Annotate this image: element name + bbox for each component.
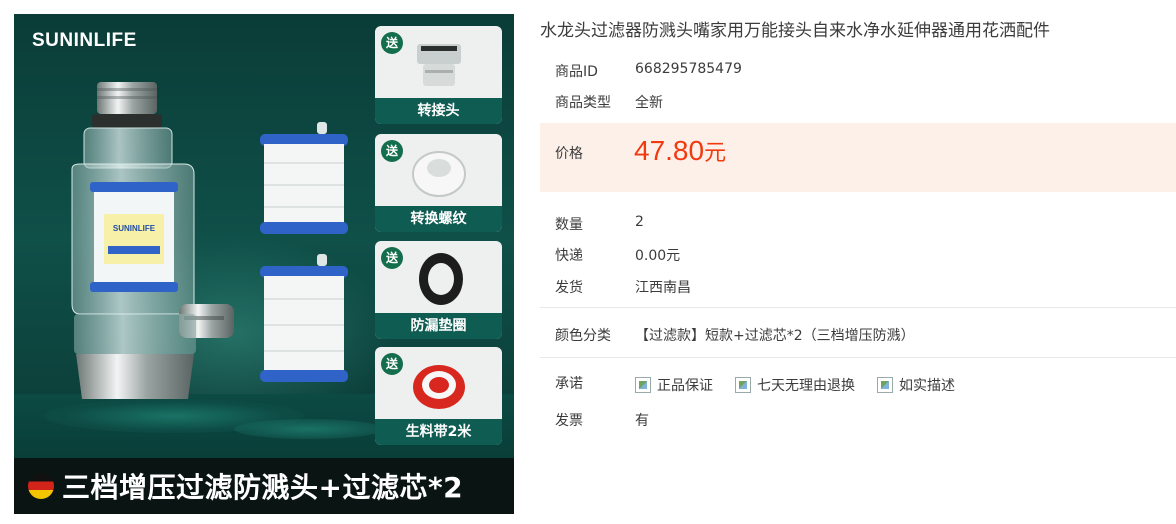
gift-label: 转接头 bbox=[375, 98, 502, 124]
price-panel: 价格 47.80元 bbox=[540, 123, 1176, 192]
divider bbox=[540, 357, 1176, 358]
gift-card-thread-converter: 送 转换螺纹 bbox=[375, 134, 502, 232]
color-label: 颜色分类 bbox=[555, 328, 611, 344]
filter-label-brand: SUNINLIFE bbox=[113, 224, 156, 233]
price-label: 价格 bbox=[555, 146, 583, 162]
faucet-filter-illustration: SUNINLIFE bbox=[71, 82, 234, 399]
filter-cartridge-bottom bbox=[260, 254, 348, 382]
gift-tag: 送 bbox=[381, 32, 403, 54]
product-id-value: 668295785479 bbox=[635, 61, 742, 77]
gift-tag: 送 bbox=[381, 353, 403, 375]
product-main-image[interactable]: SUNINLIFE SUNINLIFE 送 转接头 送 转换螺纹 送 防漏垫圈 … bbox=[14, 14, 514, 514]
promise-label: 承诺 bbox=[555, 376, 583, 392]
promise-text: 正品保证 bbox=[657, 378, 713, 394]
product-title: 水龙头过滤器防溅头嘴家用万能接头自来水净水延伸器通用花洒配件 bbox=[540, 21, 1050, 41]
gift-label: 转换螺纹 bbox=[375, 206, 502, 232]
gift-card-adapter: 送 转接头 bbox=[375, 26, 502, 124]
promise-list: 正品保证 七天无理由退换 如实描述 bbox=[635, 375, 977, 395]
product-type-value: 全新 bbox=[635, 95, 663, 111]
divider bbox=[540, 307, 1176, 308]
ship-from-value: 江西南昌 bbox=[635, 280, 691, 296]
invoice-value: 有 bbox=[635, 413, 649, 429]
pedestal-small bbox=[234, 419, 384, 439]
gift-label: 防漏垫圈 bbox=[375, 313, 502, 339]
color-value[interactable]: 【过滤款】短款+过滤芯*2（三档增压防溅） bbox=[635, 325, 915, 345]
price-value: 47.80 bbox=[634, 135, 705, 166]
broken-image-icon bbox=[877, 377, 893, 393]
promise-seven-day-return[interactable]: 七天无理由退换 bbox=[735, 375, 855, 395]
shipping-label: 快递 bbox=[555, 248, 583, 264]
broken-image-icon bbox=[735, 377, 751, 393]
product-type-label: 商品类型 bbox=[555, 95, 611, 111]
gift-label: 生料带2米 bbox=[375, 419, 502, 445]
product-id-label: 商品ID bbox=[555, 64, 598, 80]
broken-image-icon bbox=[635, 377, 651, 393]
promo-banner: 三档增压过滤防溅头+过滤芯*2 bbox=[14, 458, 514, 514]
brand-logo: SUNINLIFE bbox=[32, 30, 137, 51]
promise-text: 如实描述 bbox=[899, 378, 955, 394]
filter-cartridge-top bbox=[260, 122, 348, 234]
promise-as-described[interactable]: 如实描述 bbox=[877, 375, 955, 395]
price-amount: 47.80元 bbox=[634, 135, 726, 167]
promo-banner-text: 三档增压过滤防溅头+过滤芯*2 bbox=[62, 471, 464, 504]
gift-card-gasket: 送 防漏垫圈 bbox=[375, 241, 502, 339]
shipping-value: 0.00元 bbox=[635, 248, 681, 264]
germany-flag-icon bbox=[28, 473, 54, 499]
promise-authentic[interactable]: 正品保证 bbox=[635, 375, 713, 395]
promise-text: 七天无理由退换 bbox=[757, 378, 855, 394]
invoice-label: 发票 bbox=[555, 413, 583, 429]
gift-tag: 送 bbox=[381, 140, 403, 162]
quantity-label: 数量 bbox=[555, 217, 583, 233]
gift-tag: 送 bbox=[381, 247, 403, 269]
price-unit: 元 bbox=[704, 141, 727, 166]
gift-card-ptfe-tape: 送 生料带2米 bbox=[375, 347, 502, 445]
quantity-value: 2 bbox=[635, 214, 644, 230]
ship-from-label: 发货 bbox=[555, 280, 583, 296]
